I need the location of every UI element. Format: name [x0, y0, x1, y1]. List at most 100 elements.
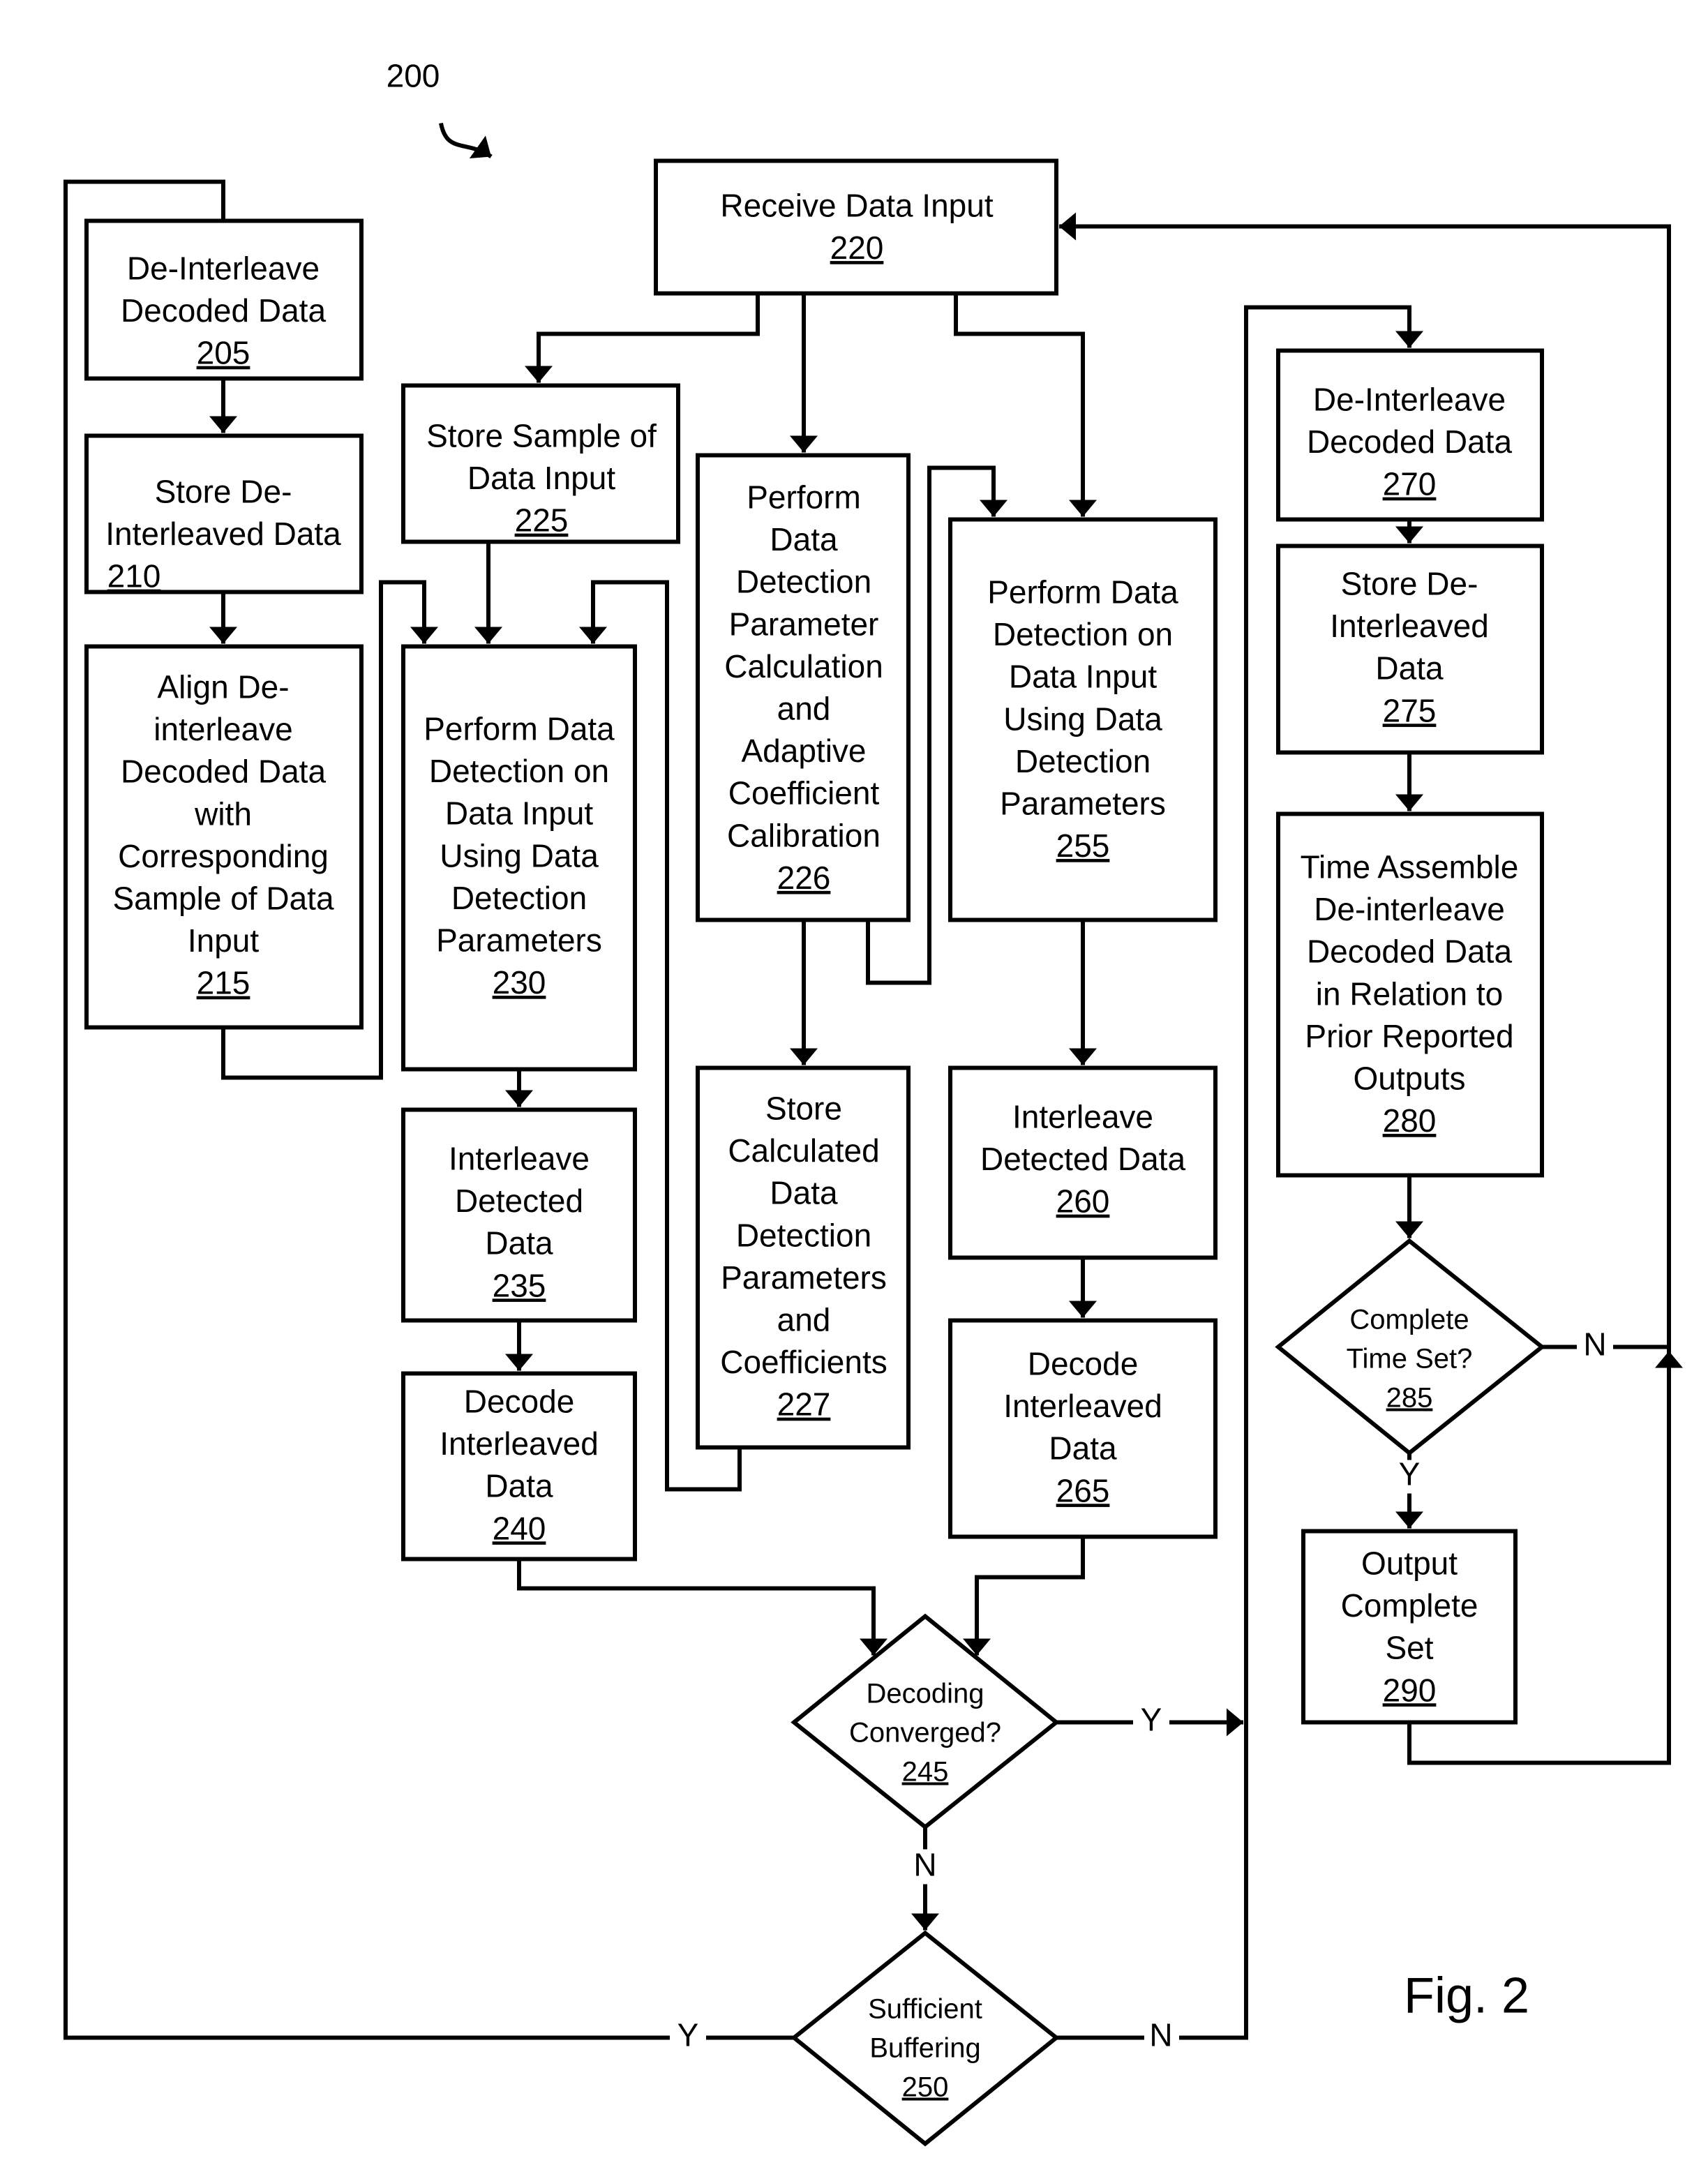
node-label-line: Store [765, 1091, 842, 1127]
node-reference-number: 226 [777, 860, 831, 896]
node-reference-number: 210 [107, 558, 161, 594]
node-label-line: Decode [464, 1384, 575, 1420]
node-label-line: Data [485, 1225, 553, 1261]
node-290: Output Complete Set 290 [1301, 1529, 1518, 1725]
node-label-line: Using Data [1003, 701, 1162, 737]
node-label-line: Detected [455, 1183, 583, 1219]
node-label-line: Perform Data [424, 711, 615, 747]
node-reference-number: 290 [1383, 1672, 1437, 1708]
node-label-line: Input [188, 922, 260, 959]
node-255: Perform Data Detection on Data Input Using … [948, 517, 1218, 922]
edge-label-245-no: N [913, 1847, 936, 1883]
node-label-line: and [777, 1302, 831, 1338]
node-label-line: Data Input [445, 795, 593, 832]
node-reference-number: 215 [197, 965, 250, 1001]
node-label-line: Output [1361, 1545, 1458, 1582]
node-275: Store De- Interleaved Data 275 [1276, 544, 1544, 755]
node-label-line: Interleave [449, 1141, 590, 1177]
edge-label-285-no: N [1583, 1326, 1606, 1363]
node-label-line: Decoding [866, 1679, 984, 1709]
node-label-line: Interleaved Data [105, 516, 341, 552]
node-260: Interleave Detected Data 260 [948, 1065, 1218, 1260]
node-label-line: Detection on [993, 616, 1173, 652]
node-label-line: Sufficient [868, 1994, 982, 2025]
node-label-line: in Relation to [1316, 975, 1504, 1012]
node-label-line: Perform Data [987, 574, 1178, 611]
node-label-line: Decoded Data [1307, 934, 1512, 970]
node-label-line: Parameters [436, 922, 602, 959]
node-label-line: Detection [451, 880, 587, 916]
node-label-line: Using Data [440, 837, 599, 874]
node-label-line: Interleaved [1330, 608, 1489, 644]
figure-caption: Fig. 2 [1404, 1968, 1529, 2024]
node-label-line: Store Sample of [426, 418, 657, 454]
node-227: Store Calculated Data Detection Parameters an… [696, 1065, 911, 1450]
edge-label-245-yes: Y [1141, 1702, 1162, 1738]
node-label-line: and [777, 691, 831, 727]
node-230: Perform Data Detection on Data Input Using … [401, 644, 637, 1072]
node-label-line: Data [485, 1468, 553, 1504]
node-205: De-Interleave Decoded Data 205 [84, 218, 364, 381]
node-label-230: Perform Data Detection on Data Input Using … [424, 711, 615, 1001]
decision-285: Complete Time Set? 285 [1275, 1238, 1545, 1456]
node-label-line: Detection [736, 564, 871, 600]
node-240: Decode Interleaved Data 240 [401, 1371, 637, 1561]
edge-265-245 [963, 1536, 1085, 1656]
node-label-line: with [194, 795, 252, 832]
node-215: Align De-interleave Decoded Data with Corre… [84, 644, 364, 1030]
node-reference-number: 285 [1386, 1383, 1433, 1414]
node-label-line: Receive Data Input [720, 188, 993, 224]
node-226: Perform Data Detection Parameter Calculation… [696, 453, 911, 922]
node-280: Time Assemble De-interleave Decoded Data in… [1276, 811, 1544, 1178]
node-label-line: Parameters [1000, 786, 1166, 822]
node-label-line: Decoded Data [1307, 424, 1512, 460]
node-label-line: Store De- [155, 474, 292, 510]
decision-245: Decoding Converged? 245 [791, 1613, 1060, 1830]
node-label-line: Outputs [1353, 1061, 1465, 1097]
node-label-line: Perform [747, 479, 861, 516]
edge-label-285-yes: Y [1399, 1456, 1421, 1492]
edge-label-250-yes: Y [677, 2017, 699, 2053]
node-label-line: Detection on [429, 753, 609, 789]
node-label-line: Store De- [1341, 566, 1478, 602]
node-reference-number: 227 [777, 1386, 831, 1423]
node-label-line: Detection [1015, 743, 1151, 779]
reference-pointer-arrow [439, 122, 493, 159]
node-label-line: Complete [1349, 1305, 1469, 1335]
node-reference-number: 235 [493, 1267, 546, 1303]
node-label-line: Data Input [1009, 659, 1157, 695]
node-reference-number: 205 [197, 335, 250, 371]
decision-250: Sufficient Buffering 250 [791, 1930, 1060, 2147]
node-reference-number: 275 [1383, 692, 1437, 728]
node-label-line: Sample of Data [112, 881, 334, 917]
node-label-line: Set [1385, 1630, 1433, 1666]
node-label-line: Decode [1028, 1346, 1139, 1382]
edge-label-250-no: N [1149, 2017, 1172, 2053]
node-reference-number: 260 [1056, 1183, 1110, 1220]
node-label-line: De-Interleave [1313, 382, 1506, 418]
node-label-line: Data [1375, 650, 1444, 687]
node-210: Store De- Interleaved Data 210 [84, 433, 364, 594]
node-label-line: Time Assemble [1301, 849, 1519, 885]
edge-240-245 [517, 1559, 887, 1656]
node-label-line: Interleaved [1003, 1388, 1162, 1424]
node-label-line: Parameters [721, 1259, 887, 1296]
node-label-255: Perform Data Detection on Data Input Using … [987, 574, 1178, 864]
node-label-line: Converged? [849, 1718, 1001, 1748]
node-label-line: interleave [153, 711, 292, 747]
node-label-line: Detection [736, 1217, 871, 1253]
node-reference-number: 220 [830, 230, 884, 266]
node-reference-number: 240 [493, 1510, 546, 1546]
node-label-line: Complete [1341, 1587, 1478, 1624]
node-270: De-Interleave Decoded Data 270 [1276, 348, 1544, 522]
node-reference-number: 270 [1383, 466, 1437, 502]
edge-220-255 [954, 293, 1097, 517]
node-label-line: Parameter [729, 606, 879, 642]
figure-reference-numeral: 200 [387, 58, 440, 94]
node-label-line: Data [770, 521, 838, 557]
node-label-line: De-interleave [1314, 891, 1505, 927]
node-label-line: De-Interleave [127, 250, 320, 287]
node-265: Decode Interleaved Data 265 [948, 1318, 1218, 1539]
node-label-line: Detected Data [980, 1141, 1185, 1177]
node-label-line: Corresponding [118, 838, 329, 874]
